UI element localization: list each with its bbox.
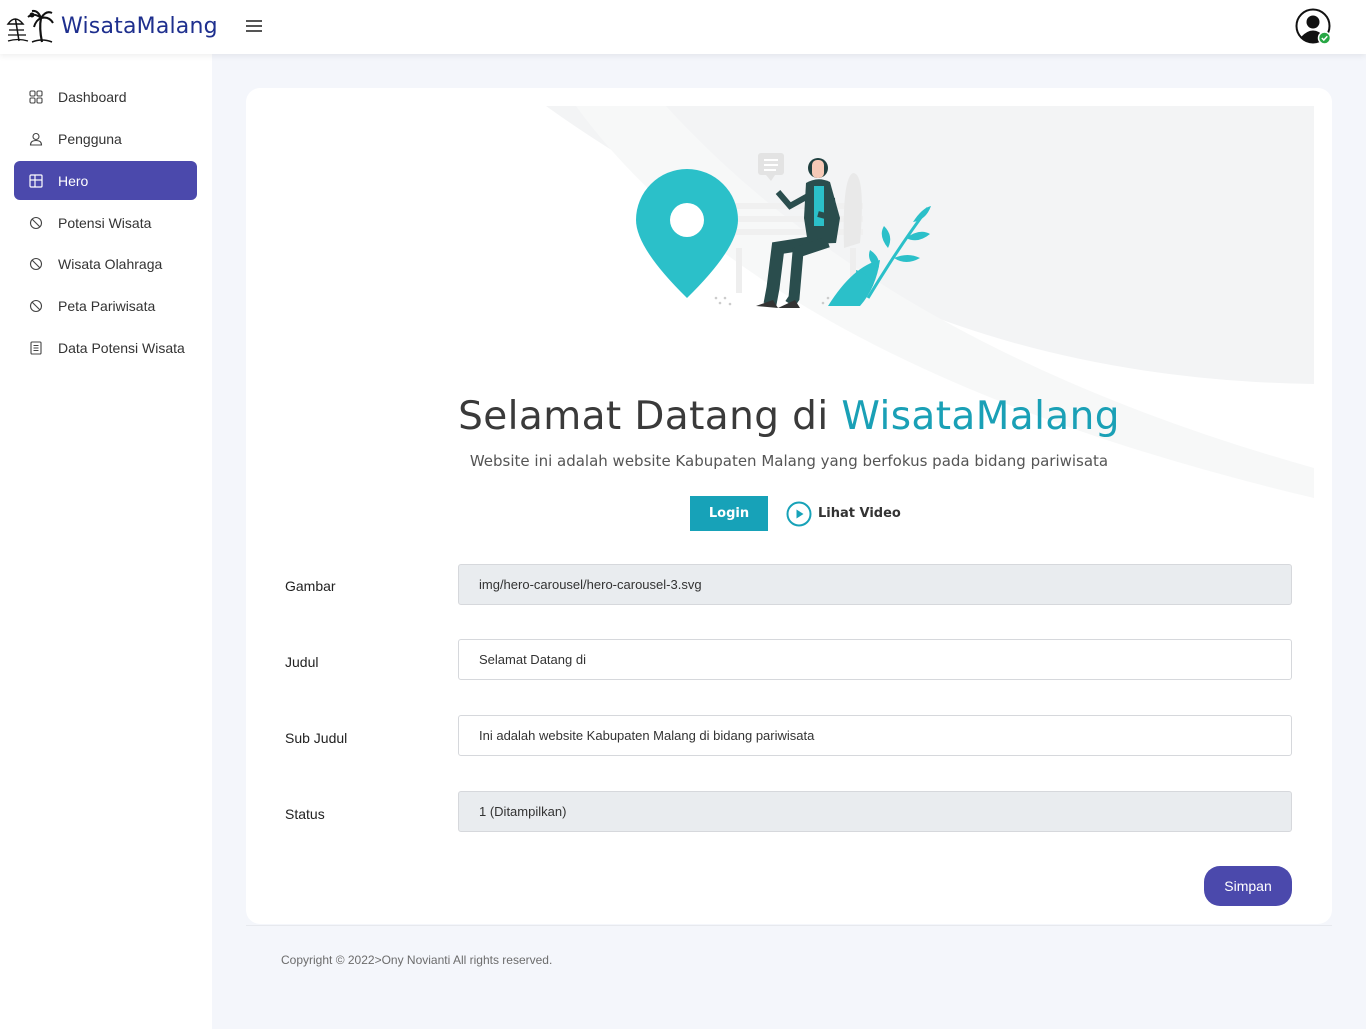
sidebar-item-potensi-wisata[interactable]: Potensi Wisata (14, 203, 197, 242)
sidebar-item-wisata-olahraga[interactable]: Wisata Olahraga (14, 244, 197, 283)
hero-title: Selamat Datang di WisataMalang (246, 394, 1332, 439)
gambar-label: Gambar (285, 578, 336, 594)
sidebar-item-label: Potensi Wisata (58, 214, 152, 231)
hero-title-text: Selamat Datang di (458, 394, 829, 439)
sidebar-item-label: Hero (58, 172, 89, 189)
hero-title-accent: WisataMalang (841, 394, 1120, 439)
sub-judul-label: Sub Judul (285, 730, 348, 746)
sidebar-item-hero[interactable]: Hero (14, 161, 197, 200)
top-navbar: WisataMalang (0, 0, 1366, 54)
brand-name: WisataMalang (61, 13, 218, 39)
sidebar-item-label: Peta Pariwisata (58, 297, 156, 314)
footer-divider (246, 925, 1332, 926)
sidebar: Dashboard Pengguna Hero Potensi Wisata W… (0, 54, 212, 1029)
judul-field[interactable]: Selamat Datang di (458, 639, 1292, 680)
sidebar-item-label: Pengguna (58, 130, 122, 147)
beach-logo-icon (6, 9, 54, 43)
judul-label: Judul (285, 654, 319, 670)
sidebar-item-data-potensi-wisata[interactable]: Data Potensi Wisata (14, 328, 197, 367)
gambar-field[interactable]: img/hero-carousel/hero-carousel-3.svg (458, 564, 1292, 605)
sidebar-item-label: Data Potensi Wisata (58, 339, 185, 356)
hero-illustration (636, 153, 931, 308)
grid-icon (28, 89, 44, 105)
footer-copyright: Copyright © 2022>Ony Novianti All rights… (281, 953, 553, 967)
layout-icon (28, 173, 44, 189)
sub-judul-field[interactable]: Ini adalah website Kabupaten Malang di b… (458, 715, 1292, 756)
brand[interactable]: WisataMalang (6, 8, 218, 44)
sidebar-item-label: Dashboard (58, 88, 127, 105)
watch-video-label: Lihat Video (818, 506, 901, 521)
status-label: Status (285, 806, 325, 822)
block-icon (28, 215, 44, 231)
sidebar-item-peta-pariwisata[interactable]: Peta Pariwisata (14, 286, 197, 325)
hero-subtitle: Website ini adalah website Kabupaten Mal… (469, 452, 1109, 470)
block-icon (28, 256, 44, 272)
save-button[interactable]: Simpan (1204, 866, 1292, 906)
sidebar-item-pengguna[interactable]: Pengguna (14, 119, 197, 158)
document-icon (28, 340, 44, 356)
watch-video-button[interactable]: Lihat Video (786, 500, 901, 527)
block-icon (28, 298, 44, 314)
sidebar-item-dashboard[interactable]: Dashboard (14, 77, 197, 116)
login-button[interactable]: Login (690, 496, 768, 531)
sidebar-item-label: Wisata Olahraga (58, 255, 163, 272)
user-icon (28, 131, 44, 147)
menu-toggle-icon[interactable] (246, 20, 264, 34)
user-avatar-icon[interactable] (1295, 8, 1333, 46)
hero-edit-card: Selamat Datang di WisataMalang Website i… (246, 88, 1332, 924)
play-circle-icon (786, 501, 812, 526)
status-field[interactable]: 1 (Ditampilkan) (458, 791, 1292, 832)
